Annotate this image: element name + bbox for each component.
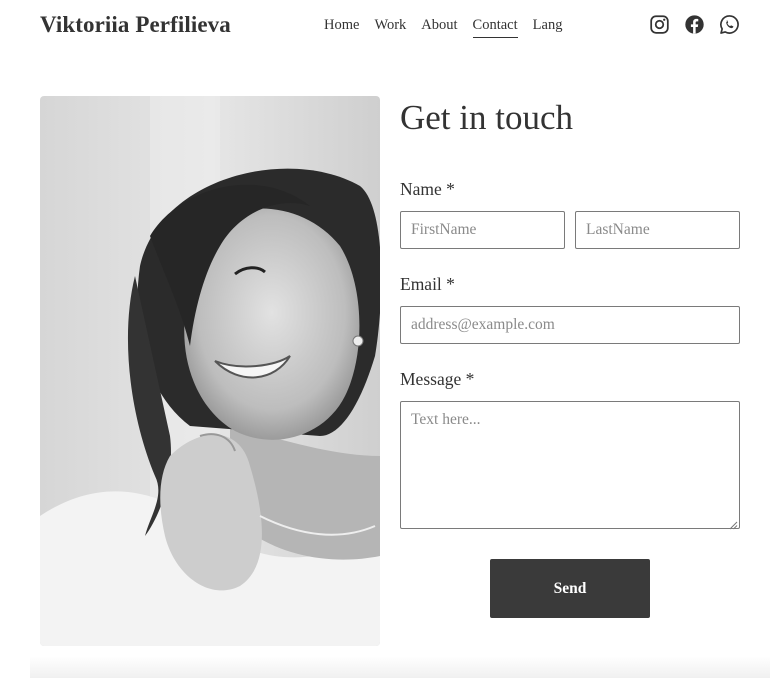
- nav-about[interactable]: About: [421, 17, 457, 38]
- message-field[interactable]: [400, 401, 740, 529]
- message-label: Message *: [400, 369, 475, 389]
- email-label: Email *: [400, 274, 455, 294]
- site-brand[interactable]: Viktoriia Perfilieva: [40, 12, 231, 38]
- last-name-field[interactable]: [575, 211, 740, 249]
- whatsapp-icon[interactable]: [719, 14, 740, 35]
- first-name-field[interactable]: [400, 211, 565, 249]
- email-field[interactable]: [400, 306, 740, 344]
- nav-lang[interactable]: Lang: [533, 17, 563, 38]
- facebook-icon[interactable]: [684, 14, 705, 35]
- resize-grip-icon[interactable]: [729, 517, 738, 530]
- social-links: [649, 14, 740, 35]
- section-divider-shadow: [30, 656, 770, 678]
- contact-heading: Get in touch: [400, 98, 574, 137]
- nav-home[interactable]: Home: [324, 17, 359, 38]
- instagram-icon[interactable]: [649, 14, 670, 35]
- portrait-photo: [40, 96, 380, 646]
- nav-work[interactable]: Work: [374, 17, 406, 38]
- main-nav: Home Work About Contact Lang: [324, 17, 577, 38]
- nav-contact[interactable]: Contact: [472, 17, 518, 38]
- send-button[interactable]: Send: [490, 559, 650, 618]
- name-label: Name *: [400, 179, 455, 199]
